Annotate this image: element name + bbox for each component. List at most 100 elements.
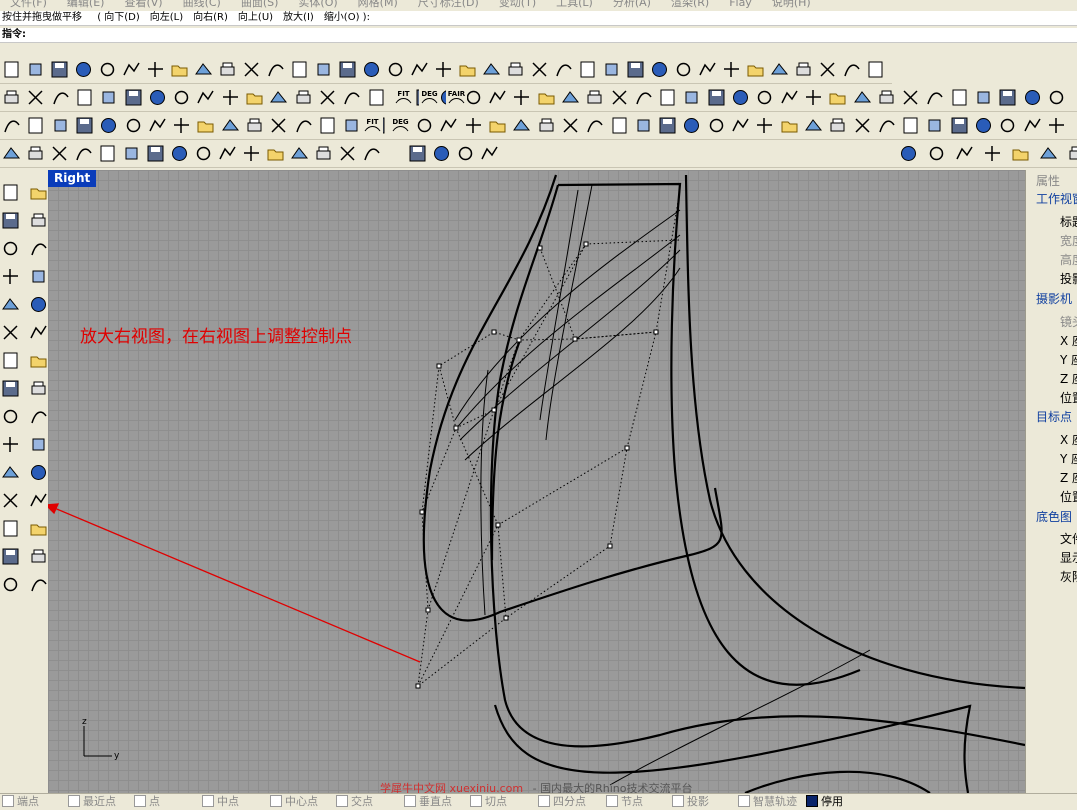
menu-item[interactable]: 曲线(C) (183, 0, 221, 9)
osnap-toggle[interactable]: 交点 (336, 795, 373, 809)
tool-icon[interactable] (730, 115, 751, 136)
left-tool-icon[interactable] (28, 462, 49, 483)
tool-icon[interactable] (852, 115, 873, 136)
tool-icon[interactable] (147, 115, 168, 136)
tool-icon[interactable] (25, 115, 46, 136)
menu-item[interactable]: 变动(T) (499, 0, 536, 9)
tool-icon[interactable] (706, 115, 727, 136)
tool-icon[interactable] (337, 143, 358, 164)
tool-icon[interactable] (147, 87, 168, 108)
tool-icon[interactable] (997, 87, 1018, 108)
tool-icon[interactable] (220, 115, 241, 136)
control-point[interactable] (607, 543, 613, 549)
tool-icon[interactable] (817, 59, 838, 80)
tool-icon[interactable] (633, 115, 654, 136)
tool-icon[interactable] (1022, 115, 1043, 136)
fair-tool-icon[interactable]: FAIR (446, 87, 467, 108)
osnap-toggle[interactable]: 节点 (606, 795, 643, 809)
tool-icon[interactable] (171, 115, 192, 136)
tool-icon[interactable] (220, 87, 241, 108)
checkbox-icon[interactable] (470, 795, 482, 807)
tool-icon[interactable] (217, 143, 238, 164)
tool-icon[interactable] (313, 143, 334, 164)
tool-icon[interactable] (584, 115, 605, 136)
menu-item[interactable]: 工具(L) (556, 0, 593, 9)
tool-icon[interactable] (317, 87, 338, 108)
tool-icon[interactable] (900, 87, 921, 108)
left-tool-icon[interactable] (0, 490, 21, 511)
viewport-right[interactable]: z y (48, 170, 1025, 793)
tool-icon[interactable] (973, 87, 994, 108)
properties-row[interactable]: 底色图 (1036, 508, 1072, 525)
tool-icon[interactable] (438, 115, 459, 136)
tool-icon[interactable] (50, 115, 71, 136)
control-point[interactable] (572, 336, 578, 342)
tool-icon[interactable] (706, 87, 727, 108)
left-tool-icon[interactable] (0, 406, 21, 427)
checkbox-icon[interactable] (270, 795, 282, 807)
tool-icon[interactable] (265, 143, 286, 164)
left-tool-icon[interactable] (0, 350, 21, 371)
tool-icon[interactable] (973, 115, 994, 136)
tool-icon[interactable] (123, 87, 144, 108)
left-tool-icon[interactable] (0, 182, 21, 203)
left-tool-icon[interactable] (28, 434, 49, 455)
layer-icon[interactable] (553, 59, 574, 80)
tool-icon[interactable] (827, 115, 848, 136)
osnap-toggle[interactable]: 最近点 (68, 795, 116, 809)
tool-icon[interactable] (341, 115, 362, 136)
deg-tool-icon[interactable]: DEG (390, 115, 411, 136)
tool-icon[interactable] (536, 87, 557, 108)
tool-icon[interactable] (244, 87, 265, 108)
tool-icon[interactable] (121, 143, 142, 164)
properties-row[interactable]: 目标点 (1036, 408, 1072, 425)
osnap-toggle[interactable]: 垂直点 (404, 795, 452, 809)
left-tool-icon[interactable] (28, 210, 49, 231)
tool-icon[interactable] (1046, 87, 1067, 108)
menu-item[interactable]: 分析(A) (613, 0, 651, 9)
checkbox-icon[interactable] (68, 795, 80, 807)
tool-icon[interactable] (769, 59, 790, 80)
left-tool-icon[interactable] (28, 294, 49, 315)
tool-icon[interactable] (954, 143, 975, 164)
left-tool-icon[interactable] (28, 490, 49, 511)
menu-item[interactable]: 文件(F) (10, 0, 47, 9)
tool-icon[interactable] (924, 115, 945, 136)
tool-icon[interactable] (900, 115, 921, 136)
tool-icon[interactable] (97, 143, 118, 164)
tool-icon[interactable] (25, 143, 46, 164)
light-icon[interactable] (505, 59, 526, 80)
menu-item[interactable]: 说明(H) (772, 0, 811, 9)
control-point[interactable] (453, 425, 459, 431)
command-option[interactable]: ( 向下(D) (97, 12, 140, 23)
tool-icon[interactable] (949, 87, 970, 108)
help-icon[interactable] (745, 59, 766, 80)
left-tool-icon[interactable] (0, 574, 21, 595)
left-tool-icon[interactable] (0, 378, 21, 399)
tool-icon[interactable] (195, 87, 216, 108)
tool-icon[interactable] (98, 87, 119, 108)
menu-item[interactable]: 实体(O) (298, 0, 337, 9)
tool-icon[interactable] (293, 87, 314, 108)
left-tool-icon[interactable] (0, 462, 21, 483)
tool-icon[interactable] (865, 59, 886, 80)
tool-icon[interactable] (487, 115, 508, 136)
tool-icon[interactable] (123, 115, 144, 136)
menu-item[interactable]: 曲面(S) (241, 0, 279, 9)
left-tool-icon[interactable] (28, 546, 49, 567)
fit-tool-icon[interactable]: FIT (362, 115, 383, 136)
tool-icon[interactable] (926, 143, 947, 164)
tool-icon[interactable] (827, 87, 848, 108)
material-icon[interactable] (673, 59, 694, 80)
control-point[interactable] (583, 241, 589, 247)
cut-icon[interactable] (121, 59, 142, 80)
tool-icon[interactable] (560, 87, 581, 108)
control-point[interactable] (495, 522, 501, 528)
tool-icon[interactable] (414, 115, 435, 136)
tool-icon[interactable] (293, 115, 314, 136)
tool-icon[interactable] (50, 87, 71, 108)
control-point[interactable] (419, 509, 425, 515)
tool-icon[interactable] (25, 87, 46, 108)
tool-icon[interactable] (633, 87, 654, 108)
tool-icon[interactable] (982, 143, 1003, 164)
